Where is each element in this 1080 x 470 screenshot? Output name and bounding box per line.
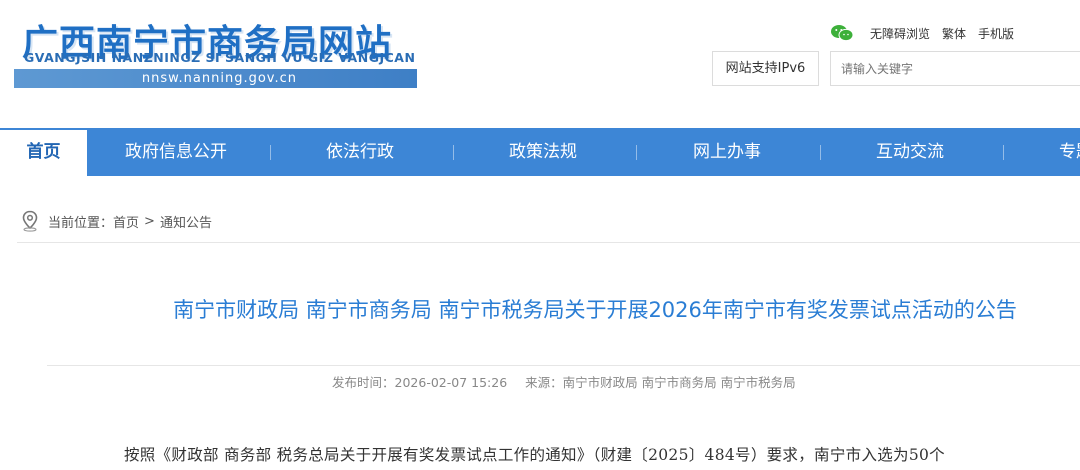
mobile-version-link[interactable]: 手机版 — [978, 25, 1014, 42]
source-value: 南宁市财政局 南宁市商务局 南宁市税务局 — [562, 375, 796, 390]
breadcrumb-home-link[interactable]: 首页 — [113, 212, 139, 231]
ipv6-badge: 网站支持IPv6 — [712, 51, 819, 86]
location-pin-icon — [22, 210, 38, 232]
breadcrumb: 当前位置： 首页 > 通知公告 — [20, 210, 212, 232]
site-pinyin: GVANGJSIH NANZNINGZ SI SANGH VU GIZ VANG… — [24, 50, 416, 65]
traditional-chinese-link[interactable]: 繁体 — [942, 25, 966, 42]
search-input[interactable] — [830, 51, 1080, 86]
meta-divider — [47, 365, 1080, 366]
nav-divider — [453, 145, 454, 160]
nav-divider — [270, 145, 271, 160]
nav-item-gov-info[interactable]: 政府信息公开 — [125, 128, 227, 176]
article-body-paragraph: 按照《财政部 商务部 税务总局关于开展有奖发票试点工作的通知》（财建〔2025〕… — [124, 446, 945, 464]
breadcrumb-prefix: 当前位置： — [48, 215, 114, 231]
nav-divider — [820, 145, 821, 160]
article-title: 南宁市财政局 南宁市商务局 南宁市税务局关于开展2026年南宁市有奖发票试点活动… — [173, 298, 1017, 322]
site-url: nnsw.nanning.gov.cn — [14, 69, 417, 88]
wechat-icon[interactable] — [830, 24, 854, 42]
breadcrumb-divider — [17, 242, 1080, 243]
nav-item-special[interactable]: 专题 — [1059, 128, 1080, 176]
breadcrumb-separator: > — [144, 213, 155, 229]
nav-item-online-services[interactable]: 网上办事 — [693, 128, 761, 176]
nav-divider — [1003, 145, 1004, 160]
publish-label: 发布时间： — [332, 375, 395, 390]
nav-divider — [636, 145, 637, 160]
accessibility-link[interactable]: 无障碍浏览 — [870, 25, 930, 42]
nav-item-home[interactable]: 首页 — [0, 128, 87, 176]
main-nav: 首页 政府信息公开 依法行政 政策法规 网上办事 互动交流 专题 — [0, 128, 1080, 176]
publish-time: 2026-02-07 15:26 — [394, 375, 508, 390]
article-meta: 发布时间：2026-02-07 15:26 来源：南宁市财政局 南宁市商务局 南宁… — [332, 372, 796, 391]
nav-item-interaction[interactable]: 互动交流 — [876, 128, 944, 176]
source-label: 来源： — [525, 375, 563, 390]
breadcrumb-current-link[interactable]: 通知公告 — [160, 212, 212, 231]
nav-item-law-admin[interactable]: 依法行政 — [326, 128, 394, 176]
nav-item-policy[interactable]: 政策法规 — [509, 128, 577, 176]
top-links: 无障碍浏览 繁体 手机版 — [830, 23, 1026, 43]
